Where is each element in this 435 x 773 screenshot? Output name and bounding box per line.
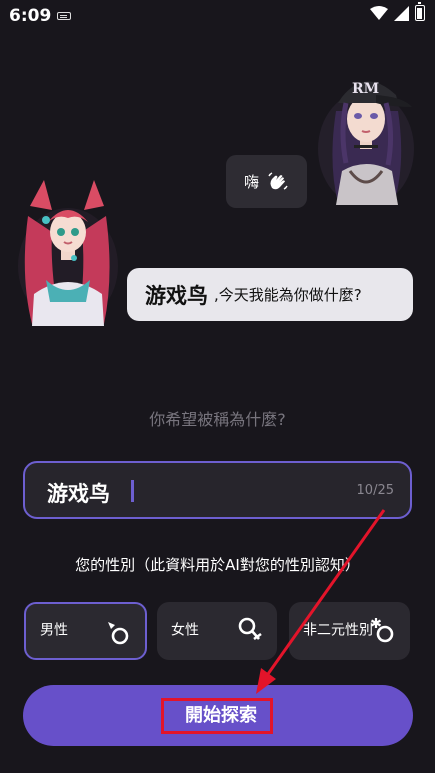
- gender-option-male[interactable]: 男性: [24, 602, 147, 660]
- greeting-bubble: 嗨: [226, 155, 307, 208]
- bot-message-bubble: 游戏鸟 ,今天我能為你做什麼?: [127, 268, 413, 321]
- waving-hand-icon: [268, 171, 288, 190]
- female-symbol-icon: [238, 617, 262, 641]
- male-symbol-icon: [108, 622, 129, 645]
- status-bar: 6:09: [0, 0, 435, 32]
- signal-icon: [394, 5, 409, 21]
- name-prompt: 你希望被稱為什麼?: [149, 410, 286, 429]
- nonbinary-symbol-icon: [370, 618, 394, 643]
- status-icons: [370, 2, 425, 21]
- gender-label: 您的性別（此資料用於AI對您的性別認知）: [75, 556, 360, 574]
- wifi-icon: [370, 6, 388, 20]
- keyboard-icon: [57, 12, 71, 20]
- name-input-value[interactable]: 游戏鸟: [47, 478, 110, 508]
- character-avatar-fox-girl: [18, 180, 118, 326]
- gender-option-nonbinary[interactable]: 非二元性別: [289, 602, 410, 660]
- greeting-text: 嗨: [243, 173, 259, 191]
- bot-question: ,今天我能為你做什麼?: [214, 286, 362, 304]
- character-avatar-cap-girl: RM: [318, 81, 414, 205]
- gender-option-label: 女性: [171, 622, 199, 639]
- gender-option-label: 男性: [40, 622, 68, 639]
- annotation-highlight-box: [161, 698, 273, 734]
- gender-option-female[interactable]: 女性: [157, 602, 277, 660]
- status-time: 6:09: [9, 6, 52, 26]
- battery-icon: [415, 2, 425, 21]
- name-input-field[interactable]: 游戏鸟 10/25: [23, 461, 412, 519]
- bot-name: 游戏鸟: [145, 283, 208, 308]
- svg-text:RM: RM: [352, 81, 379, 97]
- text-caret: [131, 480, 134, 502]
- gender-option-label: 非二元性別: [303, 622, 373, 639]
- character-counter: 10/25: [356, 483, 394, 498]
